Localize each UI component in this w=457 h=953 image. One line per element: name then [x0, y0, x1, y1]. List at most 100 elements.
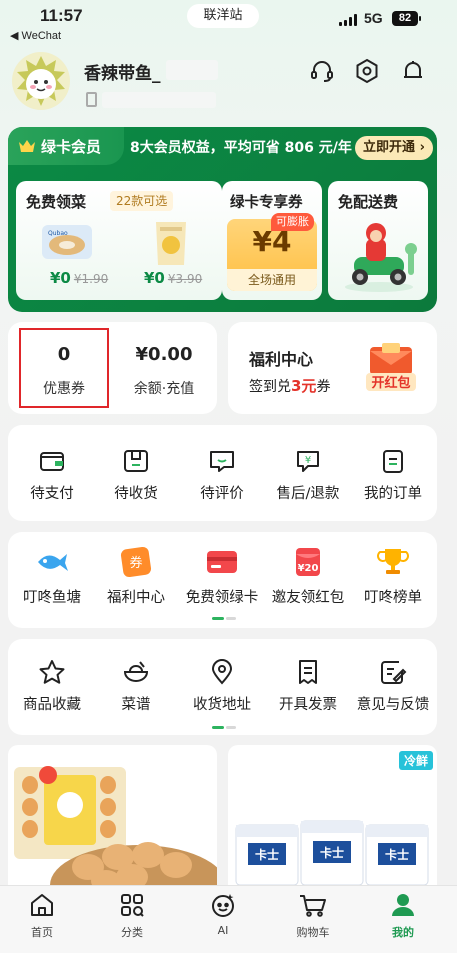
settings-gear-icon[interactable]	[354, 58, 380, 84]
order-label: 待收货	[114, 486, 158, 502]
card-icon	[207, 551, 237, 573]
invoice-icon	[299, 660, 317, 684]
status-time: 11:57	[40, 6, 83, 25]
tab-label: AI	[217, 924, 229, 937]
exclusive-coupon-title: 绿卡专享券	[230, 195, 303, 211]
open-redpacket-icon[interactable]: 开红包	[364, 341, 418, 395]
welfare-sub-suffix: 券	[316, 379, 331, 395]
cart-icon	[300, 895, 326, 917]
price-was: ¥3.90	[167, 272, 203, 286]
service-label: 免费领绿卡	[185, 590, 259, 606]
back-to-wechat-link[interactable]: ◀ WeChat	[10, 29, 61, 42]
network-type: 5G	[364, 10, 383, 26]
ai-icon	[212, 894, 234, 917]
free-delivery-card[interactable]: 免配送费	[328, 181, 428, 300]
price-now: ¥0	[50, 269, 71, 287]
free-veg-title: 免费领菜	[26, 193, 87, 211]
coupon-ticket: 可膨胀 ¥4 全场通用	[227, 213, 317, 291]
price-now: ¥0	[144, 269, 165, 287]
username[interactable]: 香辣带鱼_	[84, 59, 161, 84]
tab-cart[interactable]: 购物车	[278, 892, 348, 940]
tools-pager-active	[212, 726, 224, 729]
free-veg-card[interactable]: 免费领菜 22款可选 Qubao ¥0 ¥1.90 ¥0 ¥3.90	[16, 181, 222, 300]
services-pager	[226, 617, 236, 620]
sauce-product-image	[156, 222, 186, 265]
wallet-icon	[40, 452, 64, 471]
service-label: 邀友领红包	[271, 590, 345, 606]
order-label: 待评价	[200, 486, 244, 502]
location-icon	[211, 659, 233, 685]
balance-recharge-label[interactable]: 余额·充值	[118, 378, 210, 398]
order-label: 售后/退款	[276, 486, 340, 502]
tool-recipes[interactable]: 菜谱	[91, 659, 181, 714]
tab-label: 购物车	[296, 926, 330, 939]
tab-home[interactable]: 首页	[7, 892, 77, 940]
member-badge-label: 绿卡会员	[41, 137, 102, 156]
service-ranking[interactable]: 叮咚榜单	[348, 546, 438, 607]
yogurt-product-image: 卡士 卡士 卡士	[235, 820, 429, 885]
free-veg-price-2: ¥0 ¥3.90	[144, 269, 202, 287]
tool-invoice[interactable]: 开具发票	[263, 659, 353, 714]
tool-label: 意见与反馈	[356, 697, 430, 713]
tab-profile[interactable]: 我的	[368, 892, 438, 940]
svg-text:¥20: ¥20	[298, 563, 319, 574]
bread-product-image: Qubao	[42, 225, 92, 259]
tab-label: 我的	[392, 926, 414, 939]
bell-icon[interactable]	[400, 58, 426, 84]
member-header: 绿卡会员 8大会员权益，平均可省 806 元/年 立即开通 ›	[8, 127, 437, 167]
exclusive-coupon-card[interactable]: 绿卡专享券 可膨胀 ¥4 全场通用	[222, 181, 322, 300]
tools-pager	[226, 726, 236, 729]
product-card-yogurt[interactable]: 冷鲜 卡士 卡士 卡士	[228, 745, 437, 885]
order-pending-review[interactable]: 待评价	[177, 448, 267, 503]
service-free-green-card[interactable]: 免费领绿卡	[177, 546, 267, 607]
order-label: 待支付	[30, 486, 74, 502]
balance-amount[interactable]: ¥0.00	[118, 344, 210, 365]
service-label: 福利中心	[107, 590, 165, 606]
svg-text:券: 券	[129, 555, 142, 571]
status-bar: 11:57 ◀ WeChat 联洋站 5G 82	[0, 0, 457, 44]
service-welfare-center[interactable]: 券 福利中心	[91, 546, 181, 607]
my-orders[interactable]: 我的订单	[348, 448, 438, 503]
coupon-icon: 券	[120, 546, 152, 578]
welfare-sub-prefix: 签到兑	[249, 379, 291, 395]
station-pill[interactable]: 联洋站	[187, 4, 259, 28]
yogurt-brand-1: 卡士	[255, 847, 279, 862]
member-desc-suffix: 元/年	[318, 140, 352, 156]
tab-ai[interactable]: AI	[188, 892, 258, 937]
member-benefit-text: 8大会员权益，平均可省 806 元/年	[130, 137, 352, 157]
service-fish-pond[interactable]: 叮咚鱼塘	[7, 546, 97, 607]
green-card-membership-panel[interactable]: 绿卡会员 8大会员权益，平均可省 806 元/年 立即开通 › 免费领菜 22款…	[8, 127, 437, 312]
trophy-icon	[377, 549, 409, 574]
tool-favorites[interactable]: 商品收藏	[7, 659, 97, 714]
member-desc-prefix: 8大会员权益，平均可省	[130, 140, 280, 156]
order-refund[interactable]: ¥ 售后/退款	[263, 448, 353, 503]
coupon-label[interactable]: 优惠券	[19, 378, 109, 398]
profile-icon	[392, 894, 414, 916]
order-pending-payment[interactable]: 待支付	[7, 448, 97, 503]
phone-icon	[86, 92, 97, 107]
free-veg-sub: 22款可选	[110, 191, 174, 211]
bottom-tab-bar: 首页 分类 AI 购物车 我的	[0, 885, 457, 953]
welfare-center-sub: 签到兑3元券	[249, 375, 330, 396]
welfare-center-title: 福利中心	[249, 350, 314, 369]
refund-icon: ¥	[297, 451, 319, 472]
tab-category[interactable]: 分类	[97, 892, 167, 940]
price-was: ¥1.90	[73, 272, 109, 286]
tool-feedback[interactable]: 意见与反馈	[348, 659, 438, 714]
tool-label: 菜谱	[121, 697, 151, 713]
coupon-value: ¥4	[252, 225, 292, 258]
tool-addresses[interactable]: 收货地址	[177, 659, 267, 714]
yogurt-brand-3: 卡士	[385, 847, 409, 862]
coupon-count[interactable]: 0	[19, 344, 109, 365]
service-label: 叮咚鱼塘	[23, 590, 81, 606]
product-card-eggs[interactable]	[8, 745, 217, 885]
username-mask	[166, 60, 218, 80]
open-membership-button[interactable]: 立即开通 ›	[355, 136, 433, 160]
fish-icon	[38, 554, 68, 571]
delivery-rider-image	[345, 223, 417, 292]
avatar[interactable]	[12, 52, 70, 110]
headset-icon[interactable]	[309, 58, 335, 84]
service-invite-redpacket[interactable]: ¥20 邀友领红包	[263, 546, 353, 607]
order-pending-receipt[interactable]: 待收货	[91, 448, 181, 503]
tool-label: 商品收藏	[23, 697, 81, 713]
